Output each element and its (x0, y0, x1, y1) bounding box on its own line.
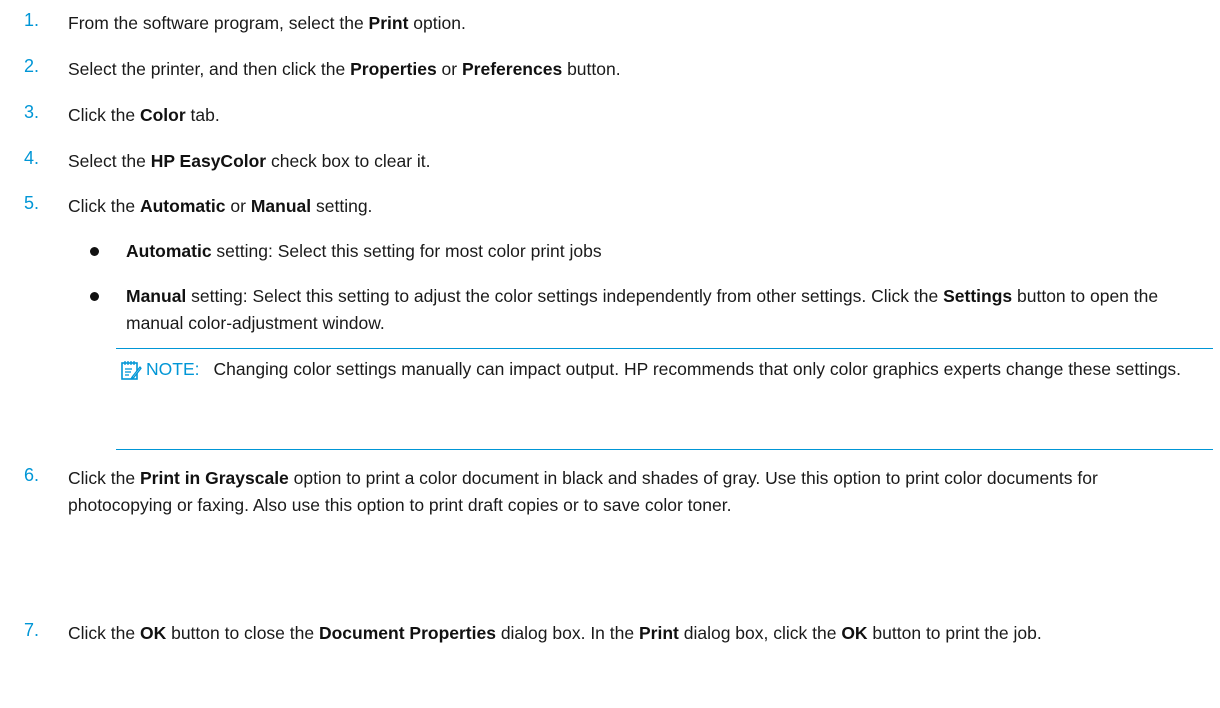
step-text: Click the Print in Grayscale option to p… (68, 468, 1098, 515)
step-text: Click the OK button to close the Documen… (68, 623, 1042, 643)
step-text: Click the Color tab. (68, 105, 220, 125)
step-text: Select the HP EasyColor check box to cle… (68, 151, 431, 171)
step-number: 7. (24, 620, 40, 640)
step-text: Select the printer, and then click the P… (68, 59, 621, 79)
step-text: Click the Automatic or Manual setting. (68, 196, 373, 216)
step-number: 6. (24, 465, 40, 485)
note-label: NOTE: (146, 359, 200, 379)
bullet-dot (90, 247, 99, 256)
step-number: 1. (24, 10, 40, 30)
step-number: 2. (24, 56, 40, 76)
step-text: From the software program, select the Pr… (68, 13, 466, 33)
note-text: NOTE: Changing color settings manually ca… (120, 356, 1203, 383)
bullet-dot (90, 292, 99, 301)
step-number: 3. (24, 102, 40, 122)
bullet-automatic: Automatic setting: Select this setting f… (126, 241, 602, 261)
bullet-manual: Manual setting: Select this setting to a… (126, 286, 1159, 333)
note-body: Changing color settings manually can imp… (213, 359, 1182, 379)
note-box: NOTE: Changing color settings manually ca… (116, 348, 1213, 450)
step-number: 5. (24, 193, 40, 213)
step-number: 4. (24, 148, 40, 168)
